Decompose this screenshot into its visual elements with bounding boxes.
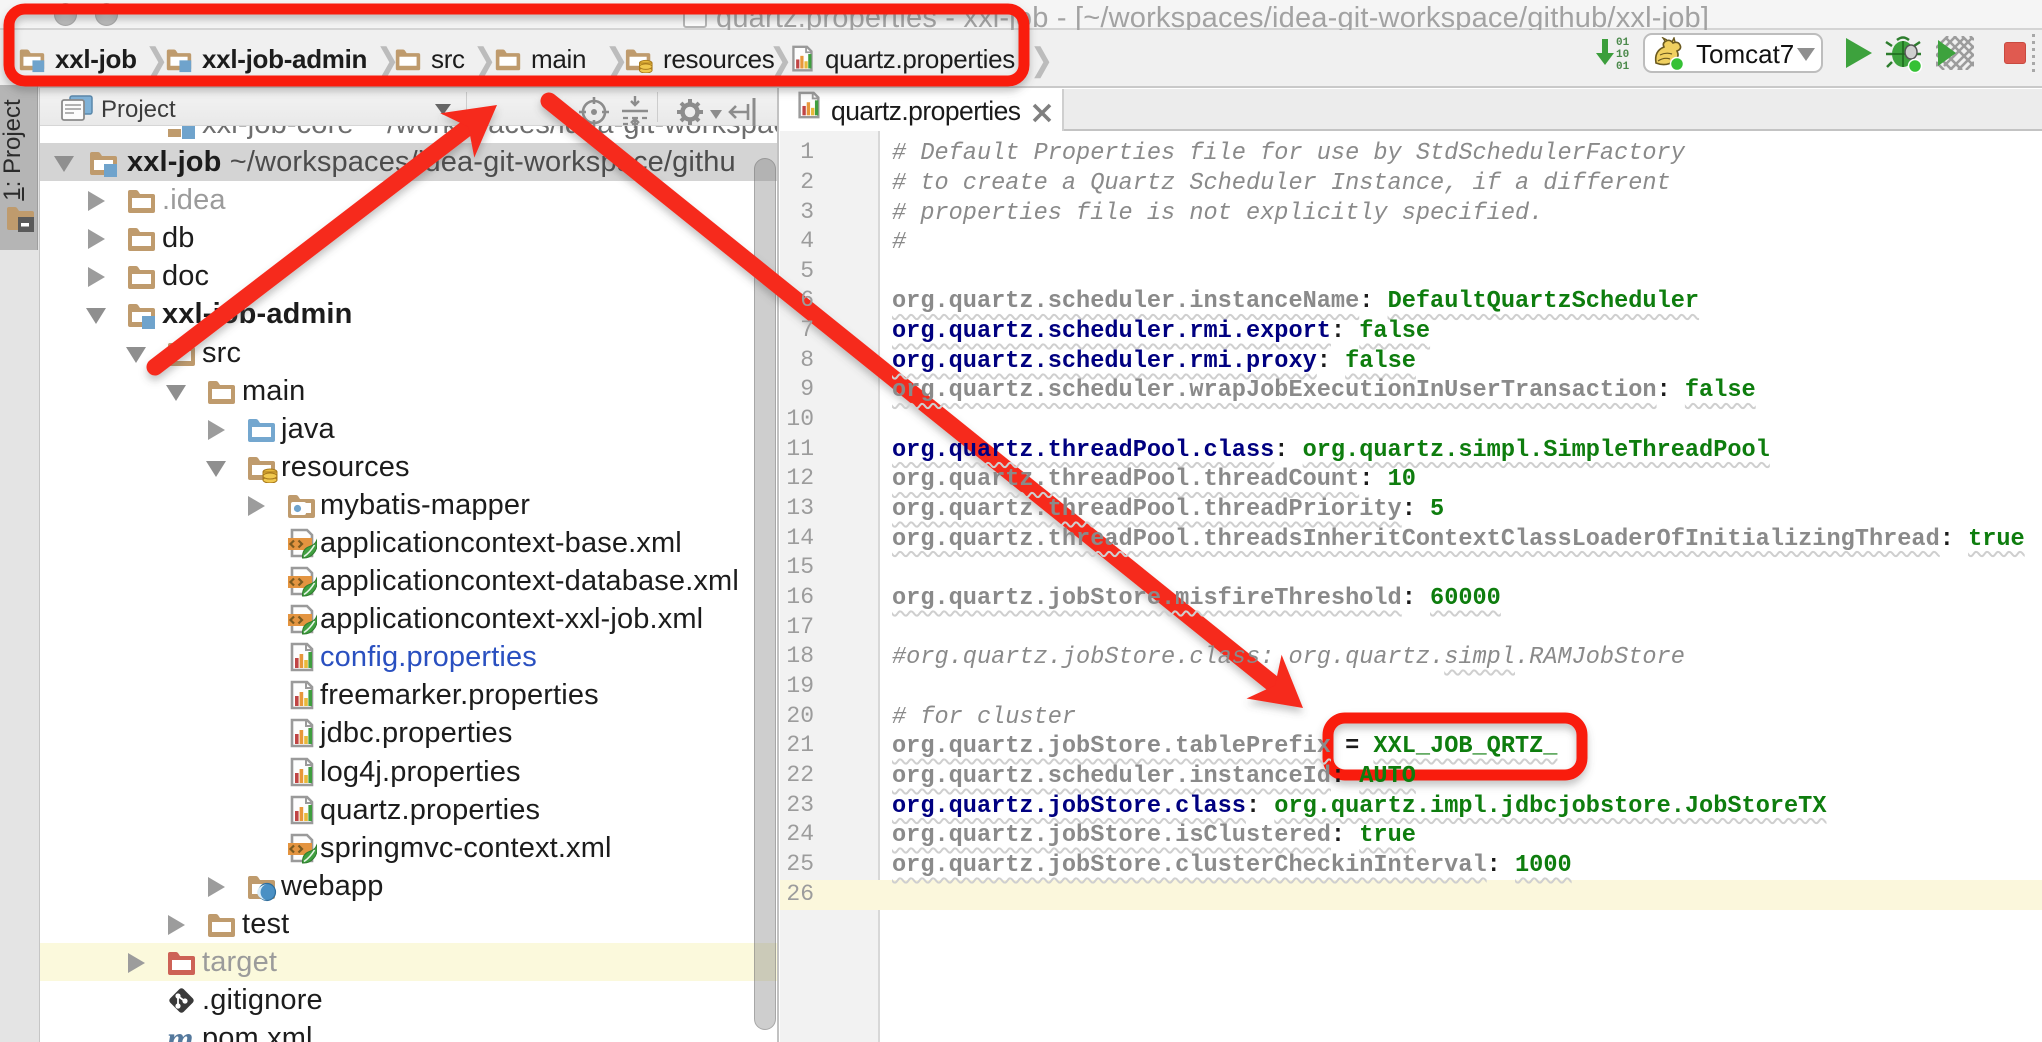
svg-text:m: m xyxy=(167,1023,194,1042)
svg-text:10: 10 xyxy=(1616,49,1629,61)
svg-text:01: 01 xyxy=(1616,37,1630,49)
svg-text:01: 01 xyxy=(1616,61,1630,73)
